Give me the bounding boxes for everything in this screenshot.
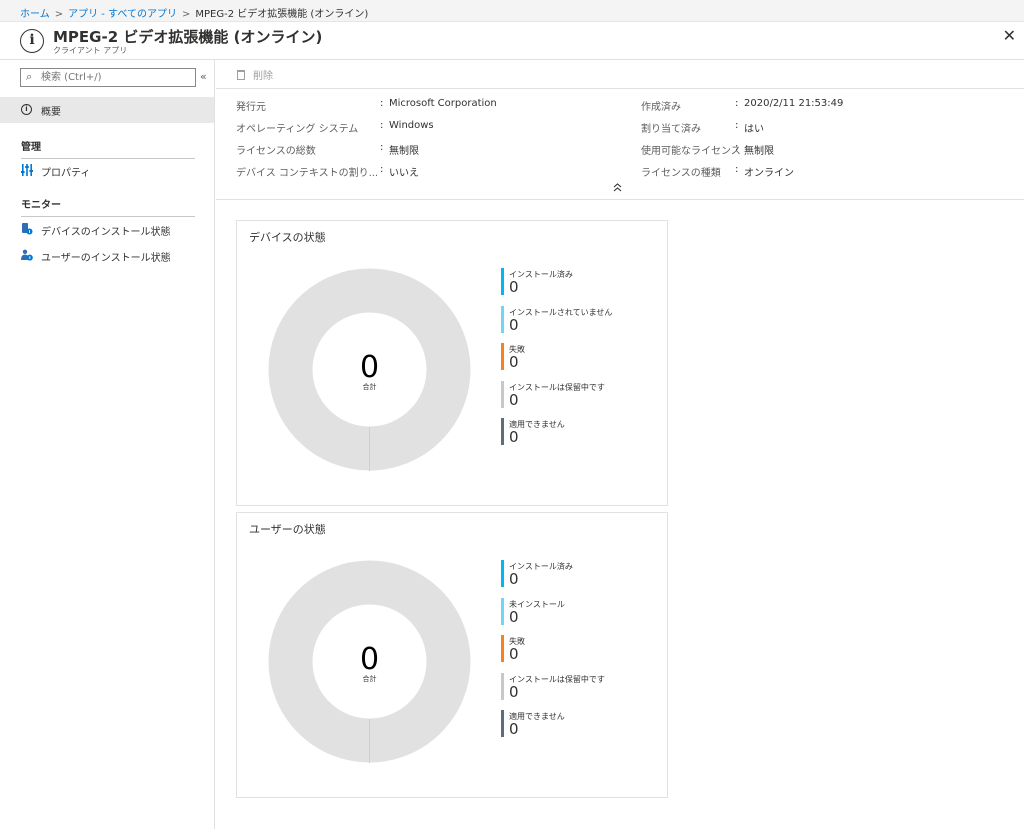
legend-value: 0 bbox=[509, 428, 519, 446]
property-value: 無制限 bbox=[744, 146, 774, 157]
device-status-icon bbox=[22, 223, 33, 235]
close-button[interactable]: ✕ bbox=[1003, 26, 1016, 45]
delete-label: 削除 bbox=[253, 71, 273, 82]
legend-swatch bbox=[501, 380, 504, 408]
command-bar: 削除 bbox=[216, 60, 1024, 89]
legend-swatch bbox=[501, 672, 504, 700]
user-status-icon bbox=[21, 249, 33, 261]
property-value: 無制限 bbox=[389, 146, 419, 157]
property-key: オペレーティング システム bbox=[236, 124, 359, 135]
legend-swatch bbox=[501, 597, 504, 625]
legend-swatch bbox=[501, 710, 504, 737]
property-key: 作成済み bbox=[641, 102, 681, 113]
legend-swatch bbox=[501, 305, 504, 333]
section-heading-monitor: モニター bbox=[21, 196, 195, 217]
legend-label: インストール済み bbox=[509, 270, 573, 279]
legend-swatch bbox=[501, 418, 504, 445]
user-status-donut: 0 合計 bbox=[268, 560, 471, 763]
property-key: ライセンスの種類 bbox=[641, 168, 721, 179]
delete-button[interactable]: 削除 bbox=[237, 67, 273, 82]
user-status-card: ユーザーの状態 0 合計 インストール済み 0 未インストール 0 失敗 0 イ… bbox=[236, 512, 668, 798]
property-value: はい bbox=[744, 124, 764, 135]
search-icon: ⌕ bbox=[26, 70, 33, 83]
sidebar-item-device-install-status[interactable]: デバイスのインストール状態 bbox=[0, 220, 214, 240]
sidebar-item-label: ユーザーのインストール状態 bbox=[41, 253, 171, 264]
legend-swatch bbox=[501, 343, 504, 370]
essentials-panel: 発行元 : Microsoft Corporation オペレーティング システ… bbox=[216, 90, 1024, 200]
legend-value: 0 bbox=[509, 720, 519, 738]
legend-swatch bbox=[501, 635, 504, 662]
breadcrumb: ホーム > アプリ - すべてのアプリ > MPEG-2 ビデオ拡張機能 (オンライン) bbox=[0, 0, 1024, 22]
sidebar-item-user-install-status[interactable]: ユーザーのインストール状態 bbox=[0, 246, 214, 266]
property-value: Windows bbox=[389, 120, 434, 131]
legend-value: 0 bbox=[509, 315, 519, 334]
property-key: 発行元 bbox=[236, 102, 266, 113]
sidebar-item-label: 概要 bbox=[41, 107, 61, 118]
double-chevron-up-icon bbox=[613, 183, 622, 192]
property-key: デバイス コンテキストの割り... bbox=[236, 168, 379, 179]
legend-value: 0 bbox=[509, 682, 519, 701]
legend-value: 0 bbox=[509, 353, 519, 371]
sidebar-item-label: プロパティ bbox=[41, 168, 91, 179]
legend-value: 0 bbox=[509, 570, 519, 588]
property-key: ライセンスの総数 bbox=[236, 146, 316, 157]
chevron-right-icon: > bbox=[181, 9, 191, 20]
legend-value: 0 bbox=[509, 390, 519, 409]
legend-label: インストールは保留中です bbox=[509, 674, 605, 684]
breadcrumb-current: MPEG-2 ビデオ拡張機能 (オンライン) bbox=[195, 9, 369, 20]
page-title: MPEG-2 ビデオ拡張機能 (オンライン) bbox=[53, 28, 323, 46]
property-value: 2020/2/11 21:53:49 bbox=[744, 98, 844, 109]
total-label: 合計 bbox=[363, 382, 377, 391]
card-title: ユーザーの状態 bbox=[249, 523, 326, 536]
legend-label: インストールされていません bbox=[509, 307, 613, 317]
chevron-right-icon: > bbox=[54, 9, 64, 20]
breadcrumb-apps-link[interactable]: アプリ - すべてのアプリ bbox=[68, 9, 177, 20]
legend-label: インストールは保留中です bbox=[509, 382, 605, 392]
collapse-sidebar-button[interactable]: « bbox=[200, 70, 207, 83]
legend-value: 0 bbox=[509, 278, 519, 296]
card-title: デバイスの状態 bbox=[249, 231, 326, 244]
info-icon: i bbox=[20, 29, 44, 53]
trash-icon bbox=[237, 70, 245, 80]
sidebar-item-overview[interactable]: i 概要 bbox=[0, 97, 214, 123]
section-heading-manage: 管理 bbox=[21, 138, 195, 159]
blade-header: i MPEG-2 ビデオ拡張機能 (オンライン) クライアント アプリ ✕ bbox=[0, 22, 1024, 60]
device-status-donut: 0 合計 bbox=[268, 268, 471, 471]
sidebar-item-properties[interactable]: プロパティ bbox=[0, 161, 214, 181]
legend-swatch bbox=[501, 560, 504, 587]
info-icon: i bbox=[21, 104, 32, 115]
total-value: 0 bbox=[360, 642, 379, 677]
search-box: ⌕ bbox=[20, 68, 196, 87]
page-subtitle: クライアント アプリ bbox=[53, 46, 128, 55]
property-value: オンライン bbox=[744, 168, 794, 179]
search-input[interactable] bbox=[41, 70, 191, 85]
total-value: 0 bbox=[360, 350, 379, 385]
sidebar-item-label: デバイスのインストール状態 bbox=[41, 227, 171, 238]
sidebar: ⌕ « i 概要 管理 プロパティ モニター デバイスのインストール状態 bbox=[0, 60, 215, 829]
property-value: いいえ bbox=[389, 168, 419, 179]
total-label: 合計 bbox=[363, 674, 377, 683]
breadcrumb-home-link[interactable]: ホーム bbox=[20, 9, 50, 20]
legend-value: 0 bbox=[509, 645, 519, 663]
properties-icon bbox=[21, 164, 33, 176]
property-value: Microsoft Corporation bbox=[389, 98, 497, 109]
property-key: 使用可能なライセンス bbox=[641, 146, 741, 157]
device-status-card: デバイスの状態 0 合計 インストール済み 0 インストールされていません 0 … bbox=[236, 220, 668, 506]
legend-swatch bbox=[501, 268, 504, 295]
legend-label: インストール済み bbox=[509, 562, 573, 571]
property-key: 割り当て済み bbox=[641, 124, 701, 135]
collapse-essentials-button[interactable] bbox=[613, 183, 622, 195]
legend-value: 0 bbox=[509, 607, 519, 626]
